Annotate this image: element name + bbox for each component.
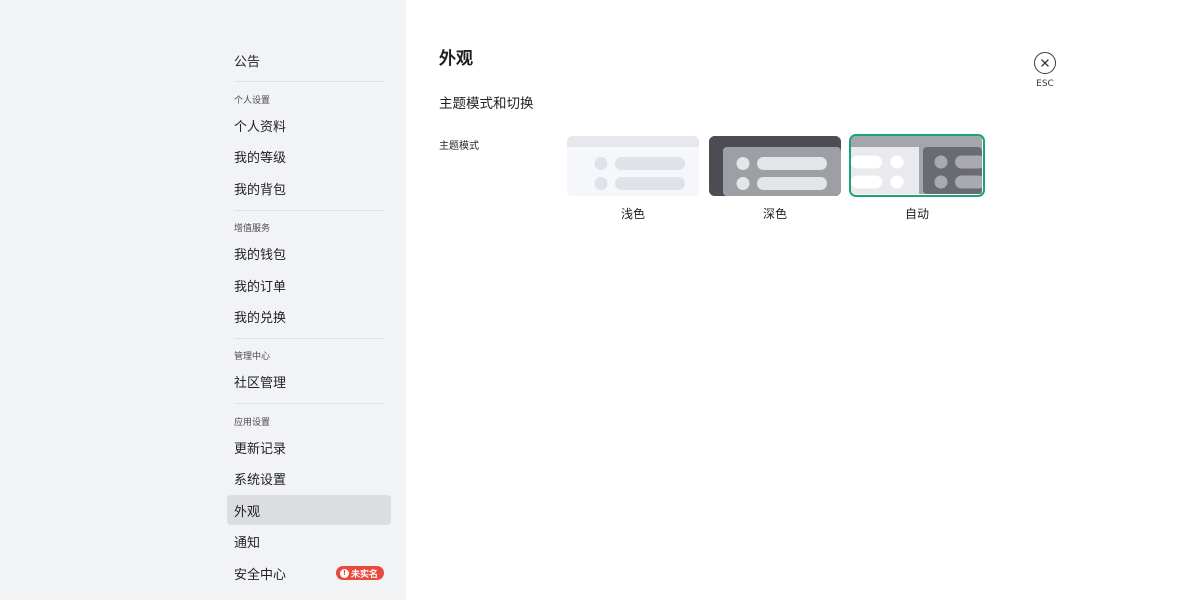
sidebar-item-notifications[interactable]: 通知: [227, 526, 391, 556]
sidebar-item-system-settings[interactable]: 系统设置: [227, 463, 391, 493]
sidebar-item-label: 系统设置: [234, 472, 287, 488]
sidebar-item-label: 我的钱包: [234, 247, 287, 263]
sidebar-item-label: 我的等级: [234, 150, 287, 166]
sidebar-item-label: 我的订单: [234, 279, 287, 295]
sidebar-item-label: 外观: [234, 504, 261, 520]
sidebar-group-header-services: 增值服务: [234, 224, 271, 234]
auto-theme-preview-icon: [851, 136, 983, 194]
alert-icon: !: [339, 568, 349, 578]
sidebar-item-appearance[interactable]: 外观: [227, 495, 391, 525]
sidebar-item-label: 我的背包: [234, 182, 287, 198]
esc-label: ESC: [1036, 79, 1054, 89]
close-button[interactable]: [1034, 52, 1056, 74]
sidebar-item-announcement[interactable]: 公告: [227, 45, 391, 75]
theme-card-light[interactable]: [567, 136, 699, 196]
theme-label-auto: 自动: [904, 207, 929, 221]
sidebar-group-header-management: 管理中心: [234, 352, 271, 362]
sidebar-group-header-personal: 个人设置: [234, 96, 271, 106]
close-icon: [1041, 59, 1049, 67]
appearance-panel: 外观 主题模式和切换 主题模式 浅色 深色 自动 ESC: [406, 0, 1200, 600]
sidebar-divider: [234, 403, 384, 404]
sidebar-item-redeem[interactable]: 我的兑换: [227, 301, 391, 331]
theme-label-dark: 深色: [762, 207, 787, 221]
sidebar-item-label: 公告: [234, 54, 261, 70]
theme-label-light: 浅色: [620, 207, 645, 221]
sidebar-item-community[interactable]: 社区管理: [227, 366, 391, 396]
sidebar-item-security[interactable]: 安全中心 ! 未实名: [227, 558, 391, 588]
sidebar-item-label: 通知: [234, 535, 261, 551]
theme-card-auto[interactable]: [849, 134, 985, 197]
sidebar-divider: [234, 210, 384, 211]
theme-card-dark[interactable]: [709, 136, 841, 196]
sidebar-item-label: 个人资料: [234, 119, 287, 135]
sidebar-item-clipped[interactable]: [227, 590, 391, 600]
sidebar-item-label: 我的兑换: [234, 310, 287, 326]
sidebar-divider: [234, 81, 384, 82]
sidebar-item-label: 安全中心: [234, 567, 287, 583]
theme-mode-label: 主题模式: [439, 141, 479, 152]
sidebar-item-backpack[interactable]: 我的背包: [227, 173, 391, 203]
page-title: 外观: [439, 49, 473, 69]
sidebar-item-changelog[interactable]: 更新记录: [227, 432, 391, 462]
sidebar-item-label: 更新记录: [234, 441, 287, 457]
dark-theme-preview-icon: [709, 136, 841, 196]
sidebar-item-profile[interactable]: 个人资料: [227, 110, 391, 140]
sidebar-item-level[interactable]: 我的等级: [227, 141, 391, 171]
light-theme-preview-icon: [567, 136, 699, 196]
sidebar: 公告 个人设置 个人资料 我的等级 我的背包 增值服务 我的钱包 我的订单 我的…: [0, 0, 406, 600]
section-title: 主题模式和切换: [439, 96, 534, 112]
sidebar-divider: [234, 338, 384, 339]
sidebar-group-header-app: 应用设置: [234, 418, 271, 428]
sidebar-item-wallet[interactable]: 我的钱包: [227, 238, 391, 268]
badge-label: 未实名: [350, 569, 378, 580]
sidebar-item-label: 社区管理: [234, 375, 287, 391]
sidebar-item-orders[interactable]: 我的订单: [227, 270, 391, 300]
unverified-badge: ! 未实名: [335, 566, 384, 580]
